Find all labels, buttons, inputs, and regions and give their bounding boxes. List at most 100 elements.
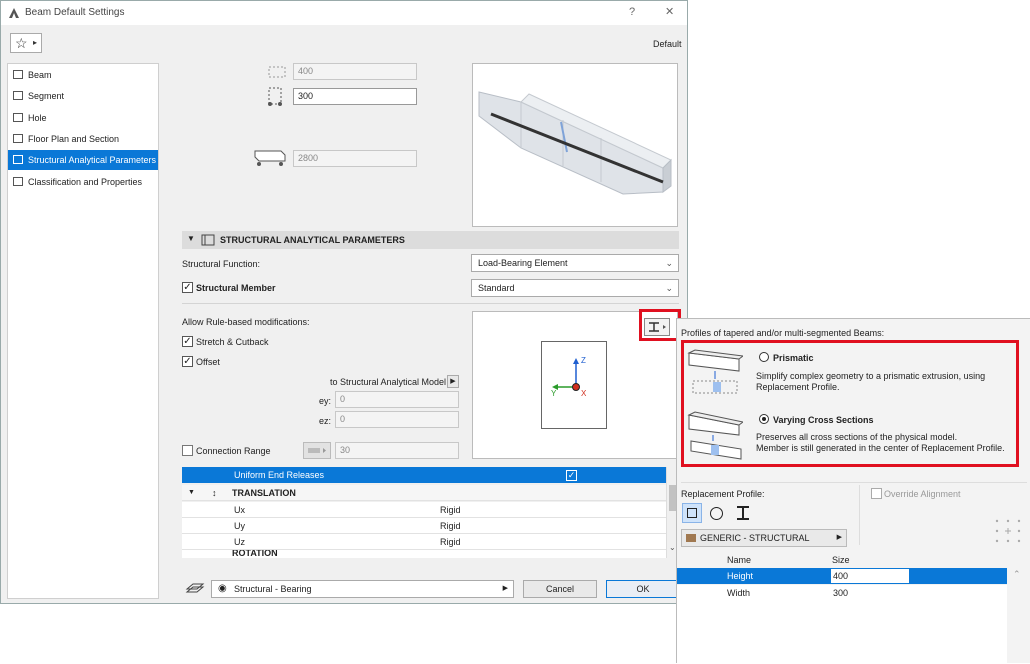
floor-plan-icon bbox=[13, 134, 23, 143]
circle-profile-icon[interactable] bbox=[710, 507, 723, 520]
layer-value: Structural - Bearing bbox=[234, 584, 312, 594]
sap-section-header[interactable]: ▼ STRUCTURAL ANALYTICAL PARAMETERS bbox=[182, 231, 679, 249]
close-button[interactable]: ✕ bbox=[665, 5, 674, 18]
dimension-size[interactable]: 300 bbox=[833, 588, 848, 598]
chevron-down-icon: ⌄ bbox=[665, 283, 673, 293]
length-field[interactable]: 2800 bbox=[293, 150, 417, 167]
structural-member-label: Structural Member bbox=[196, 283, 276, 293]
translation-icon: ↕ bbox=[212, 488, 217, 498]
release-name: Uy bbox=[234, 521, 245, 531]
tapered-beam-illustration bbox=[478, 91, 672, 195]
sidebar-item-label: Classification and Properties bbox=[28, 177, 143, 187]
stretch-cutback-label: Stretch & Cutback bbox=[196, 337, 269, 347]
sidebar-item-segment[interactable]: Segment bbox=[8, 86, 158, 106]
translation-label: TRANSLATION bbox=[232, 488, 296, 498]
height-field[interactable]: 300 bbox=[293, 88, 417, 105]
star-icon: ☆ bbox=[15, 35, 28, 51]
structural-member-checkbox[interactable]: ✓ bbox=[182, 282, 193, 293]
length-icon bbox=[254, 150, 286, 166]
sidebar-item-hole[interactable]: Hole bbox=[8, 108, 158, 128]
divider bbox=[681, 482, 1027, 483]
release-value[interactable]: Rigid bbox=[440, 502, 461, 518]
profile-selector[interactable]: GENERIC - STRUCTURAL ▶ bbox=[681, 529, 847, 547]
favorites-button[interactable]: ☆ ▸ bbox=[10, 33, 42, 53]
cancel-button[interactable]: Cancel bbox=[523, 580, 597, 598]
ok-button[interactable]: OK bbox=[606, 580, 680, 598]
chevron-down-icon[interactable]: ⌄ bbox=[669, 543, 676, 552]
highlight-box-button bbox=[639, 309, 681, 341]
sidebar-item-label: Floor Plan and Section bbox=[28, 134, 120, 144]
profile-value: GENERIC - STRUCTURAL bbox=[700, 533, 810, 543]
structural-function-label: Structural Function: bbox=[182, 259, 261, 269]
rotation-group[interactable]: ROTATION bbox=[182, 550, 666, 558]
hole-icon bbox=[13, 113, 23, 122]
profile-options-popup: Profiles of tapered and/or multi-segment… bbox=[676, 318, 1030, 664]
table-row[interactable]: Uz Rigid bbox=[182, 534, 666, 550]
beam-settings-dialog: Beam Default Settings ? ✕ ☆ ▸ Default Be… bbox=[0, 0, 688, 604]
release-name: Ux bbox=[234, 505, 245, 515]
sidebar-item-classification[interactable]: Classification and Properties bbox=[8, 172, 158, 192]
sidebar-item-label: Structural Analytical Parameters bbox=[28, 155, 157, 165]
connection-range-checkbox[interactable] bbox=[182, 445, 193, 456]
override-alignment-checkbox[interactable] bbox=[871, 488, 882, 499]
chevron-up-icon[interactable]: ⌃ bbox=[1013, 569, 1021, 580]
sidebar-item-floor-plan[interactable]: Floor Plan and Section bbox=[8, 129, 158, 149]
width-field[interactable]: 400 bbox=[293, 63, 417, 80]
height-size-input[interactable]: 400 bbox=[831, 569, 909, 583]
table-row[interactable]: Width 300 bbox=[677, 585, 1007, 601]
ez-label: ez: bbox=[319, 416, 332, 426]
layer-selector[interactable]: ◉ Structural - Bearing ▶ bbox=[211, 580, 514, 598]
allow-rule-label: Allow Rule-based modifications: bbox=[182, 317, 310, 327]
beam-icon bbox=[13, 70, 23, 79]
table-row[interactable]: Ux Rigid bbox=[182, 502, 666, 518]
chevron-down-icon: ⌄ bbox=[665, 258, 673, 268]
axis-x-label: X bbox=[581, 389, 587, 398]
scrollbar-thumb[interactable] bbox=[669, 485, 676, 511]
divider-vertical bbox=[859, 485, 860, 545]
collapse-icon: ▼ bbox=[187, 234, 195, 243]
connection-range-field[interactable]: 30 bbox=[335, 442, 459, 459]
stretch-cutback-checkbox[interactable]: ✓ bbox=[182, 336, 193, 347]
structural-function-dropdown[interactable]: Load-Bearing Element ⌄ bbox=[471, 254, 679, 272]
dimension-name: Height bbox=[727, 571, 754, 581]
structural-member-dropdown[interactable]: Standard ⌄ bbox=[471, 279, 679, 297]
collapse-icon: ▼ bbox=[188, 489, 195, 496]
rectangle-profile-button[interactable] bbox=[682, 503, 702, 523]
arrow-right-icon[interactable]: ▶ bbox=[447, 375, 459, 388]
arrow-right-icon: ▸ bbox=[33, 38, 38, 47]
arrow-right-icon: ▶ bbox=[502, 585, 508, 592]
help-button[interactable]: ? bbox=[629, 6, 635, 18]
ez-field[interactable]: 0 bbox=[335, 411, 459, 428]
layer-icon bbox=[185, 583, 205, 593]
segment-icon bbox=[13, 91, 23, 100]
classification-icon bbox=[13, 177, 23, 186]
uniform-end-releases-row[interactable]: Uniform End Releases ✓ bbox=[182, 467, 666, 483]
window-title: Beam Default Settings bbox=[25, 7, 125, 18]
offset-checkbox[interactable]: ✓ bbox=[182, 356, 193, 367]
table-row[interactable]: Uy Rigid bbox=[182, 518, 666, 534]
release-value[interactable]: Rigid bbox=[440, 518, 461, 534]
releases-header: Uniform End Releases bbox=[234, 470, 325, 480]
translation-group[interactable]: ▼ ↕ TRANSLATION bbox=[182, 485, 666, 501]
sidebar-item-beam[interactable]: Beam bbox=[8, 65, 158, 85]
highlight-box-options bbox=[681, 340, 1019, 467]
axis-z-label: Z bbox=[581, 356, 586, 365]
table-row[interactable]: Height 400 bbox=[677, 568, 1007, 584]
ey-field[interactable]: 0 bbox=[335, 391, 459, 408]
sidebar-item-label: Hole bbox=[28, 113, 47, 123]
default-label: Default bbox=[653, 39, 682, 49]
settings-sidebar: Beam Segment Hole Floor Plan and Section… bbox=[7, 63, 159, 599]
uniform-releases-checkbox[interactable]: ✓ bbox=[566, 470, 577, 481]
connection-range-icon[interactable] bbox=[303, 442, 331, 459]
sidebar-item-structural-analytical[interactable]: Structural Analytical Parameters bbox=[8, 150, 158, 170]
square-icon bbox=[687, 508, 697, 518]
structural-member-icon bbox=[201, 234, 215, 246]
offset-label: Offset bbox=[196, 357, 220, 367]
structural-icon bbox=[13, 155, 23, 164]
i-beam-profile-icon[interactable] bbox=[735, 505, 751, 521]
column-header-name: Name bbox=[727, 555, 752, 565]
axis-y-label: Y bbox=[551, 389, 557, 398]
to-model-label: to Structural Analytical Model bbox=[330, 377, 447, 387]
popup-heading: Profiles of tapered and/or multi-segment… bbox=[681, 328, 885, 338]
release-value[interactable]: Rigid bbox=[440, 534, 461, 550]
